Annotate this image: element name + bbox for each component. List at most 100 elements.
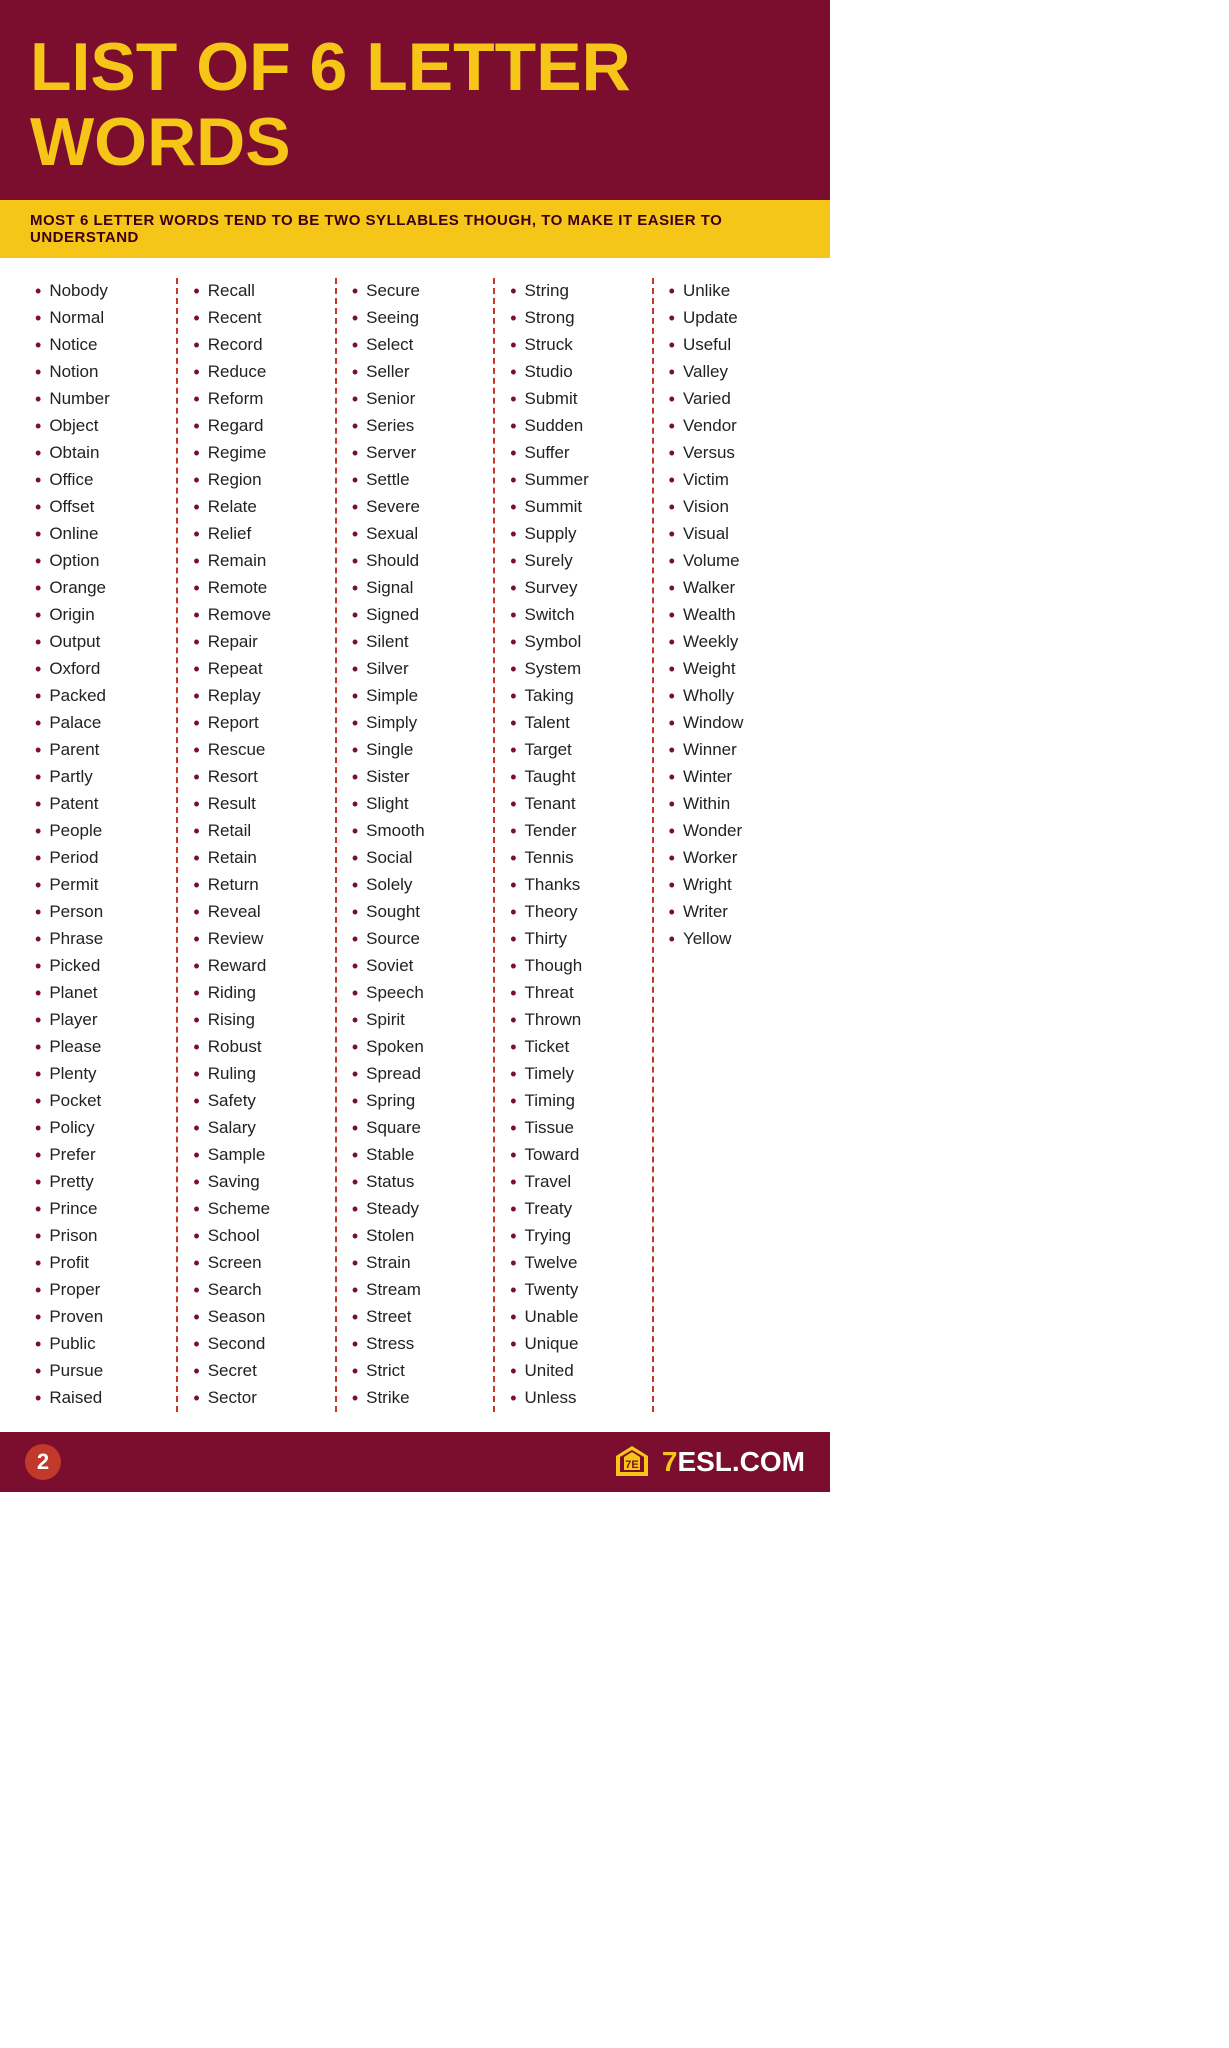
list-item: •Unlike bbox=[669, 278, 795, 305]
list-item: •Prince bbox=[35, 1196, 161, 1223]
list-item: •Repeat bbox=[193, 656, 319, 683]
list-item: •Submit bbox=[510, 386, 636, 413]
bullet-icon: • bbox=[352, 957, 358, 975]
bullet-icon: • bbox=[35, 444, 41, 462]
bullet-icon: • bbox=[352, 471, 358, 489]
word-text: Policy bbox=[49, 1118, 94, 1138]
list-item: •Symbol bbox=[510, 629, 636, 656]
bullet-icon: • bbox=[510, 1362, 516, 1380]
list-item: •Volume bbox=[669, 548, 795, 575]
word-text: Single bbox=[366, 740, 413, 760]
word-text: Volume bbox=[683, 551, 740, 571]
list-item: •Origin bbox=[35, 602, 161, 629]
list-item: •Person bbox=[35, 899, 161, 926]
word-text: Treaty bbox=[525, 1199, 573, 1219]
list-item: •Saving bbox=[193, 1169, 319, 1196]
word-text: Versus bbox=[683, 443, 735, 463]
word-text: Public bbox=[49, 1334, 95, 1354]
word-text: Wealth bbox=[683, 605, 736, 625]
bullet-icon: • bbox=[669, 579, 675, 597]
list-item: •Tissue bbox=[510, 1115, 636, 1142]
word-text: Normal bbox=[49, 308, 104, 328]
word-text: Silent bbox=[366, 632, 409, 652]
list-item: •Raised bbox=[35, 1385, 161, 1412]
list-item: •Prefer bbox=[35, 1142, 161, 1169]
list-item: •Thanks bbox=[510, 872, 636, 899]
bullet-icon: • bbox=[193, 903, 199, 921]
list-item: •Struck bbox=[510, 332, 636, 359]
bullet-icon: • bbox=[193, 579, 199, 597]
list-item: •Pocket bbox=[35, 1088, 161, 1115]
word-list-2: •Recall•Recent•Record•Reduce•Reform•Rega… bbox=[193, 278, 319, 1412]
word-text: Victim bbox=[683, 470, 729, 490]
bullet-icon: • bbox=[510, 363, 516, 381]
list-item: •Travel bbox=[510, 1169, 636, 1196]
bullet-icon: • bbox=[352, 579, 358, 597]
word-text: Source bbox=[366, 929, 420, 949]
list-item: •Spoken bbox=[352, 1034, 478, 1061]
word-text: Secure bbox=[366, 281, 420, 301]
word-text: Person bbox=[49, 902, 103, 922]
word-text: United bbox=[525, 1361, 574, 1381]
list-item: •Worker bbox=[669, 845, 795, 872]
list-item: •Thrown bbox=[510, 1007, 636, 1034]
word-text: Sought bbox=[366, 902, 420, 922]
word-text: Plenty bbox=[49, 1064, 96, 1084]
word-text: Strict bbox=[366, 1361, 405, 1381]
list-item: •Sudden bbox=[510, 413, 636, 440]
bullet-icon: • bbox=[193, 1254, 199, 1272]
bullet-icon: • bbox=[193, 930, 199, 948]
word-text: Prison bbox=[49, 1226, 97, 1246]
word-text: Winner bbox=[683, 740, 737, 760]
word-text: Twenty bbox=[525, 1280, 579, 1300]
word-text: Reveal bbox=[208, 902, 261, 922]
word-text: Secret bbox=[208, 1361, 257, 1381]
bullet-icon: • bbox=[669, 633, 675, 651]
word-text: Report bbox=[208, 713, 259, 733]
word-text: Online bbox=[49, 524, 98, 544]
word-text: Soviet bbox=[366, 956, 413, 976]
word-text: Spirit bbox=[366, 1010, 405, 1030]
list-item: •Strict bbox=[352, 1358, 478, 1385]
list-item: •Simple bbox=[352, 683, 478, 710]
word-text: Update bbox=[683, 308, 738, 328]
word-text: Stream bbox=[366, 1280, 421, 1300]
word-text: Second bbox=[208, 1334, 266, 1354]
bullet-icon: • bbox=[35, 1200, 41, 1218]
list-item: •Obtain bbox=[35, 440, 161, 467]
list-item: •Tennis bbox=[510, 845, 636, 872]
bullet-icon: • bbox=[352, 525, 358, 543]
bullet-icon: • bbox=[193, 390, 199, 408]
list-item: •Normal bbox=[35, 305, 161, 332]
bullet-icon: • bbox=[669, 930, 675, 948]
bullet-icon: • bbox=[510, 1335, 516, 1353]
list-item: •Signed bbox=[352, 602, 478, 629]
subtitle-bar: MOST 6 LETTER WORDS TEND TO BE TWO SYLLA… bbox=[0, 200, 830, 258]
bullet-icon: • bbox=[35, 795, 41, 813]
list-item: • Soviet bbox=[352, 953, 478, 980]
list-item: •Recent bbox=[193, 305, 319, 332]
bullet-icon: • bbox=[193, 1011, 199, 1029]
word-text: Walker bbox=[683, 578, 735, 598]
word-text: Pursue bbox=[49, 1361, 103, 1381]
bullet-icon: • bbox=[352, 1011, 358, 1029]
bullet-icon: • bbox=[35, 606, 41, 624]
list-item: •Supply bbox=[510, 521, 636, 548]
list-item: •Stolen bbox=[352, 1223, 478, 1250]
bullet-icon: • bbox=[510, 1254, 516, 1272]
bullet-icon: • bbox=[352, 876, 358, 894]
list-item: •Prison bbox=[35, 1223, 161, 1250]
word-text: Suffer bbox=[525, 443, 570, 463]
column-1: •Nobody•Normal•Notice•Notion•Number•Obje… bbox=[20, 278, 178, 1412]
bullet-icon: • bbox=[352, 795, 358, 813]
list-item: •Regard bbox=[193, 413, 319, 440]
list-item: •Simply bbox=[352, 710, 478, 737]
bullet-icon: • bbox=[35, 1092, 41, 1110]
word-text: Pretty bbox=[49, 1172, 93, 1192]
svg-text:7E: 7E bbox=[625, 1459, 638, 1471]
bullet-icon: • bbox=[510, 687, 516, 705]
list-item: •Tenant bbox=[510, 791, 636, 818]
bullet-icon: • bbox=[669, 849, 675, 867]
list-item: • Walker bbox=[669, 575, 795, 602]
word-text: Packed bbox=[49, 686, 106, 706]
